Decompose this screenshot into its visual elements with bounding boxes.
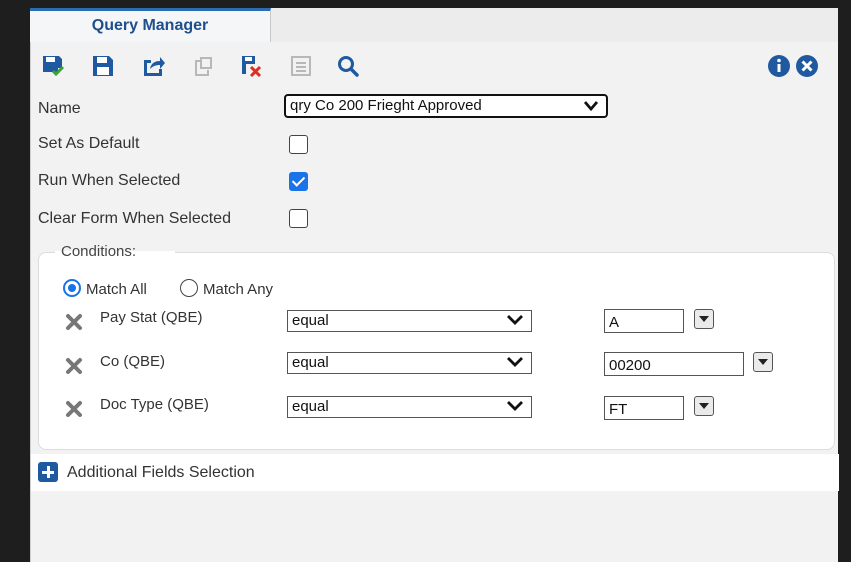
- close-icon[interactable]: [795, 54, 819, 78]
- name-select[interactable]: qry Co 200 Frieght Approved: [284, 94, 608, 118]
- condition-operator-value: equal: [292, 354, 329, 371]
- conditions-legend: Conditions:: [61, 243, 137, 260]
- condition-value-input[interactable]: A: [604, 309, 684, 333]
- chevron-down-icon: [584, 101, 598, 112]
- chevron-down-icon: [507, 315, 523, 325]
- query-manager-panel: Name qry Co 200 Frieght Approved Set As …: [30, 42, 839, 562]
- share-icon[interactable]: [141, 54, 165, 78]
- plus-icon[interactable]: [38, 462, 58, 482]
- clear-form-label: Clear Form When Selected: [38, 210, 231, 227]
- conditions-fieldset: Conditions: Match All Match Any Pay Stat…: [38, 243, 835, 450]
- condition-value-dropdown-button[interactable]: [694, 309, 714, 329]
- name-label: Name: [38, 100, 81, 117]
- save-and-approve-icon[interactable]: [41, 54, 65, 78]
- tab-query-manager[interactable]: Query Manager: [30, 8, 271, 42]
- condition-value-dropdown-button[interactable]: [694, 396, 714, 416]
- match-all-label: Match All: [86, 281, 147, 298]
- run-when-selected-checkbox[interactable]: [289, 172, 308, 191]
- chevron-down-icon: [507, 401, 523, 411]
- toolbar: [31, 42, 839, 92]
- condition-field-label: Pay Stat (QBE): [100, 309, 203, 326]
- chevron-down-icon: [507, 357, 523, 367]
- condition-value-dropdown-button[interactable]: [753, 352, 773, 372]
- copy-icon: [191, 54, 215, 78]
- additional-fields-label[interactable]: Additional Fields Selection: [67, 464, 255, 482]
- info-icon[interactable]: [767, 54, 791, 78]
- condition-operator-select[interactable]: equal: [287, 396, 532, 418]
- set-as-default-checkbox[interactable]: [289, 135, 308, 154]
- notes-icon: [289, 54, 313, 78]
- save-icon[interactable]: [91, 54, 115, 78]
- remove-condition-icon[interactable]: [65, 313, 83, 331]
- condition-operator-value: equal: [292, 312, 329, 329]
- condition-value-input[interactable]: 00200: [604, 352, 744, 376]
- condition-operator-select[interactable]: equal: [287, 310, 532, 332]
- delete-icon[interactable]: [239, 54, 263, 78]
- remove-condition-icon[interactable]: [65, 357, 83, 375]
- match-any-label: Match Any: [203, 281, 274, 298]
- additional-fields-bar[interactable]: Additional Fields Selection: [31, 454, 839, 491]
- search-icon[interactable]: [336, 54, 360, 78]
- match-any-radio[interactable]: [180, 279, 198, 297]
- clear-form-checkbox[interactable]: [289, 209, 308, 228]
- condition-operator-value: equal: [292, 398, 329, 415]
- match-all-radio[interactable]: [63, 279, 81, 297]
- condition-field-label: Doc Type (QBE): [100, 396, 209, 413]
- tab-bar: Query Manager: [30, 8, 838, 42]
- condition-operator-select[interactable]: equal: [287, 352, 532, 374]
- condition-field-label: Co (QBE): [100, 353, 166, 370]
- run-when-selected-label: Run When Selected: [38, 172, 181, 189]
- set-as-default-label: Set As Default: [38, 135, 140, 152]
- condition-value-input[interactable]: FT: [604, 396, 684, 420]
- name-select-value: qry Co 200 Frieght Approved: [290, 97, 482, 114]
- remove-condition-icon[interactable]: [65, 400, 83, 418]
